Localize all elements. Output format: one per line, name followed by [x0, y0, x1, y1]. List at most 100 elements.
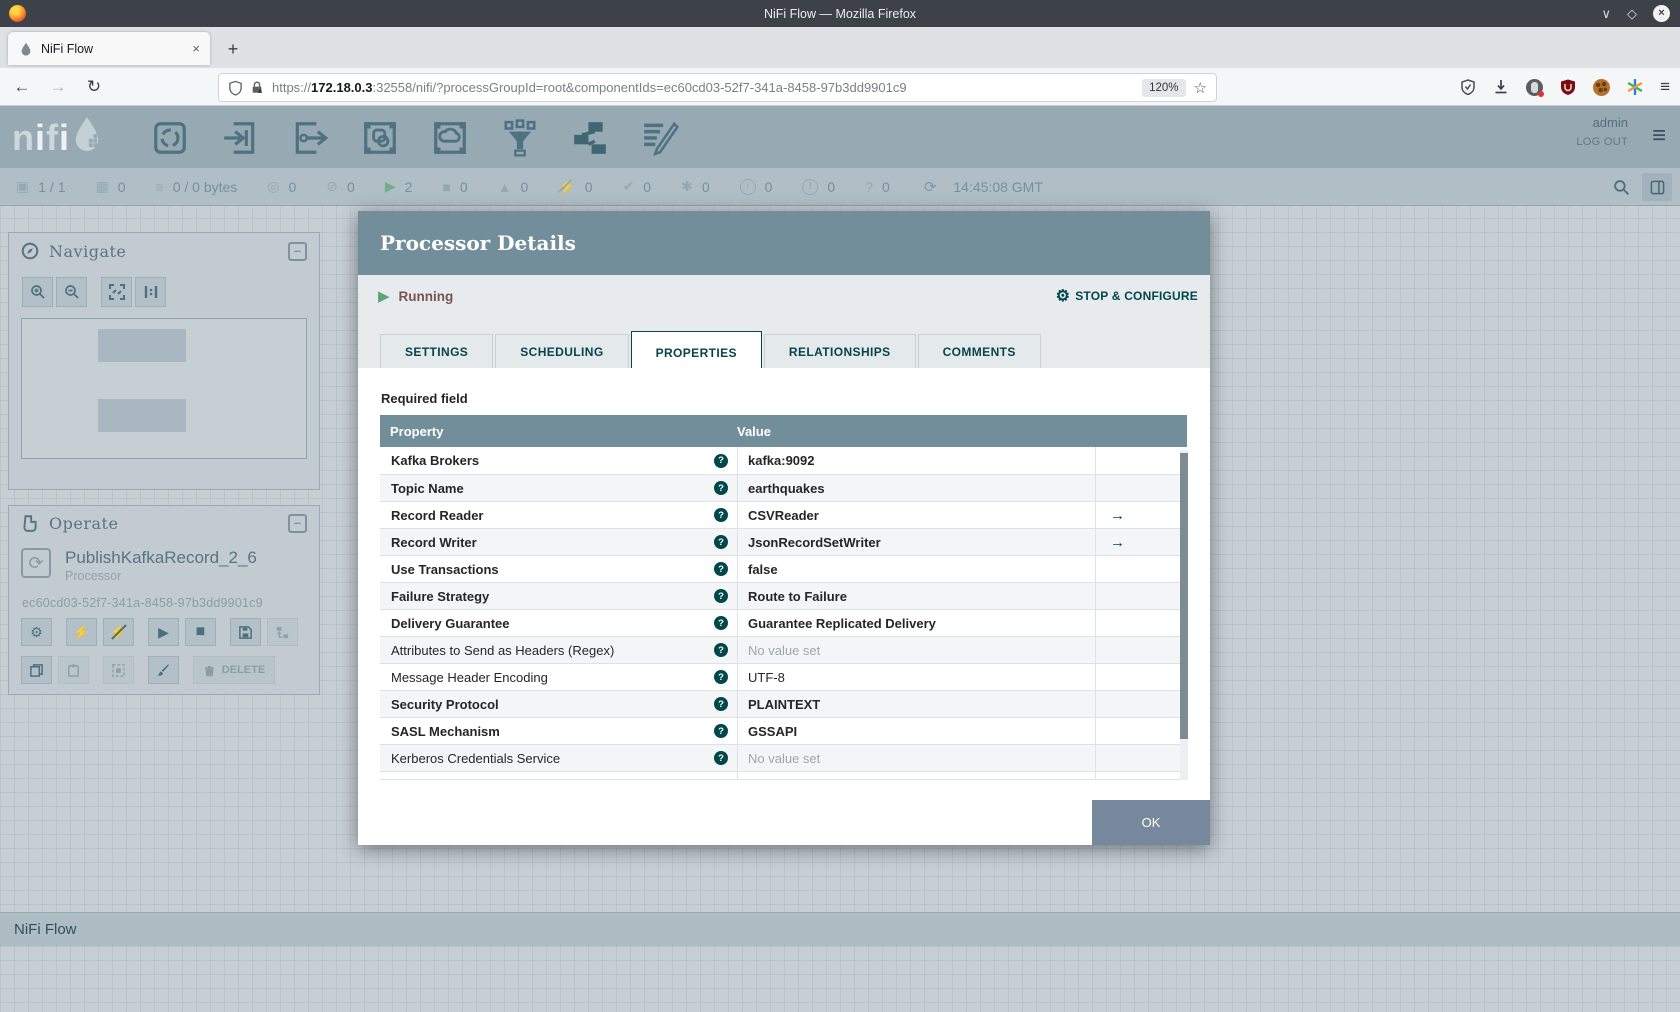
help-icon[interactable]: ?: [714, 453, 728, 468]
help-icon[interactable]: ?: [714, 724, 728, 738]
current-user-label: admin: [1592, 115, 1628, 130]
help-icon[interactable]: ?: [714, 589, 728, 603]
operate-collapse-button[interactable]: –: [288, 513, 307, 533]
enable-button[interactable]: ⚡: [66, 618, 97, 646]
refresh-icon[interactable]: ⟳: [924, 178, 937, 196]
help-icon[interactable]: ?: [714, 508, 728, 522]
property-row[interactable]: Delivery Guarantee? Guarantee Replicated…: [380, 609, 1187, 636]
nifi-favicon-icon: [19, 42, 33, 56]
help-icon[interactable]: ?: [714, 697, 728, 711]
bulletin-panel-toggle-icon[interactable]: [1642, 173, 1672, 201]
window-maximize-button[interactable]: ◇: [1627, 7, 1637, 20]
property-row[interactable]: Record Reader? CSVReader →: [380, 501, 1187, 528]
delete-button[interactable]: DELETE: [193, 656, 275, 684]
tab-close-icon[interactable]: ×: [192, 41, 200, 56]
start-button[interactable]: ▶: [148, 618, 179, 646]
ublock-extension-icon[interactable]: [1560, 79, 1576, 95]
color-brush-button[interactable]: [148, 656, 179, 684]
modified-stale-icon: !: [802, 178, 819, 195]
ok-button[interactable]: OK: [1092, 800, 1210, 845]
property-row[interactable]: Use Transactions? false →: [380, 555, 1187, 582]
zoom-fit-button[interactable]: [101, 277, 132, 307]
window-close-button[interactable]: ×: [1653, 5, 1670, 22]
zoom-in-button[interactable]: [22, 277, 53, 307]
help-icon[interactable]: ?: [714, 562, 728, 576]
group-button[interactable]: [103, 656, 134, 684]
cookie-extension-icon[interactable]: [1593, 78, 1611, 96]
flow-status-bar: ▣ 1 / 1 ▦ 0 ≡ 0 / 0 bytes ◎ 0 ⊘ 0 ▶ 2 ■ 0 ▲ 0 ⚡ 0…: [0, 168, 1680, 206]
forward-button[interactable]: →: [44, 73, 72, 101]
property-row[interactable]: Message Header Encoding? UTF-8 →: [380, 663, 1187, 690]
help-icon[interactable]: ?: [714, 643, 728, 657]
status-up-to-date: ✔ 0: [622, 178, 652, 195]
property-row[interactable]: Kerberos Credentials Service? No value s…: [380, 744, 1187, 771]
last-refreshed-time: ⟳ 14:45:08 GMT: [923, 178, 1043, 196]
bookmark-star-icon[interactable]: ☆: [1194, 79, 1207, 97]
nifi-global-menu-icon[interactable]: ≡: [1652, 122, 1666, 150]
reload-button[interactable]: ↻: [80, 73, 108, 101]
template-tool-icon[interactable]: [570, 118, 610, 158]
breadcrumb-root[interactable]: NiFi Flow: [14, 921, 77, 938]
asterisk-extension-icon[interactable]: [1627, 79, 1643, 95]
new-tab-button[interactable]: +: [220, 36, 246, 62]
property-row[interactable]: Attributes to Send as Headers (Regex)? N…: [380, 636, 1187, 663]
save-template-button[interactable]: [230, 618, 261, 646]
go-to-service-icon[interactable]: →: [1110, 534, 1125, 551]
tab-settings[interactable]: SETTINGS: [380, 334, 494, 371]
help-icon[interactable]: ?: [714, 670, 728, 684]
tracking-protection-shield-icon[interactable]: [228, 80, 243, 96]
property-row[interactable]: Record Writer? JsonRecordSetWriter →: [380, 528, 1187, 555]
tab-comments[interactable]: COMMENTS: [917, 334, 1041, 371]
remote-process-group-tool-icon[interactable]: [430, 118, 470, 158]
paste-button[interactable]: [58, 656, 89, 684]
help-icon[interactable]: ?: [714, 751, 728, 765]
upload-template-button[interactable]: [267, 618, 298, 646]
output-port-tool-icon[interactable]: [290, 118, 330, 158]
funnel-tool-icon[interactable]: [500, 118, 540, 158]
lock-warning-icon[interactable]: [250, 80, 264, 95]
birdseye-minimap[interactable]: [21, 318, 307, 459]
label-tool-icon[interactable]: [640, 118, 680, 158]
protections-shield-icon[interactable]: [1460, 79, 1476, 95]
navigate-collapse-button[interactable]: –: [288, 241, 307, 261]
compass-icon: [21, 242, 39, 260]
zoom-actual-size-button[interactable]: [135, 277, 166, 307]
window-minimize-button[interactable]: ∨: [1601, 7, 1611, 20]
go-to-service-icon[interactable]: →: [1110, 507, 1125, 524]
url-bar[interactable]: https://172.18.0.3:32558/nifi/?processGr…: [218, 73, 1217, 102]
zoom-level-badge[interactable]: 120%: [1142, 78, 1186, 97]
container-extension-icon[interactable]: [1526, 78, 1545, 97]
property-row[interactable]: SASL Mechanism? GSSAPI →: [380, 717, 1187, 744]
download-icon[interactable]: [1493, 79, 1509, 95]
input-port-tool-icon[interactable]: [220, 118, 260, 158]
tab-relationships[interactable]: RELATIONSHIPS: [763, 334, 916, 371]
logout-link[interactable]: LOG OUT: [1576, 136, 1628, 148]
processor-tool-icon[interactable]: [150, 118, 190, 158]
search-icon[interactable]: [1613, 179, 1630, 196]
stop-and-configure-button[interactable]: ⚙ STOP & CONFIGURE: [1056, 275, 1198, 317]
table-scrollbar[interactable]: [1180, 450, 1188, 780]
browser-menu-icon[interactable]: ≡: [1660, 77, 1670, 97]
property-row[interactable]: Security Protocol? PLAINTEXT →: [380, 690, 1187, 717]
help-icon[interactable]: ?: [714, 616, 728, 630]
status-locally-modified-stale: ! 0: [802, 178, 835, 195]
configure-gear-button[interactable]: ⚙: [21, 618, 52, 646]
help-icon[interactable]: ?: [714, 535, 728, 549]
scrollbar-thumb[interactable]: [1180, 453, 1188, 739]
stop-button[interactable]: ■: [185, 618, 216, 646]
property-row[interactable]: Topic Name? earthquakes →: [380, 474, 1187, 501]
browser-tab[interactable]: NiFi Flow ×: [8, 32, 210, 65]
minimap-processor-block: [98, 329, 186, 362]
clipped-property-row: [380, 771, 1187, 779]
back-button[interactable]: ←: [8, 73, 36, 101]
help-icon[interactable]: ?: [714, 481, 728, 495]
property-row[interactable]: Kafka Brokers? kafka:9092 →: [380, 447, 1187, 474]
disable-button[interactable]: ⚡: [103, 618, 134, 646]
copy-button[interactable]: [21, 656, 52, 684]
tab-scheduling[interactable]: SCHEDULING: [495, 334, 629, 371]
stale-arrow-icon: ↑: [739, 178, 756, 195]
process-group-tool-icon[interactable]: [360, 118, 400, 158]
status-running: ▶ 2: [384, 178, 413, 195]
zoom-out-button[interactable]: [56, 277, 87, 307]
property-row[interactable]: Failure Strategy? Route to Failure →: [380, 582, 1187, 609]
